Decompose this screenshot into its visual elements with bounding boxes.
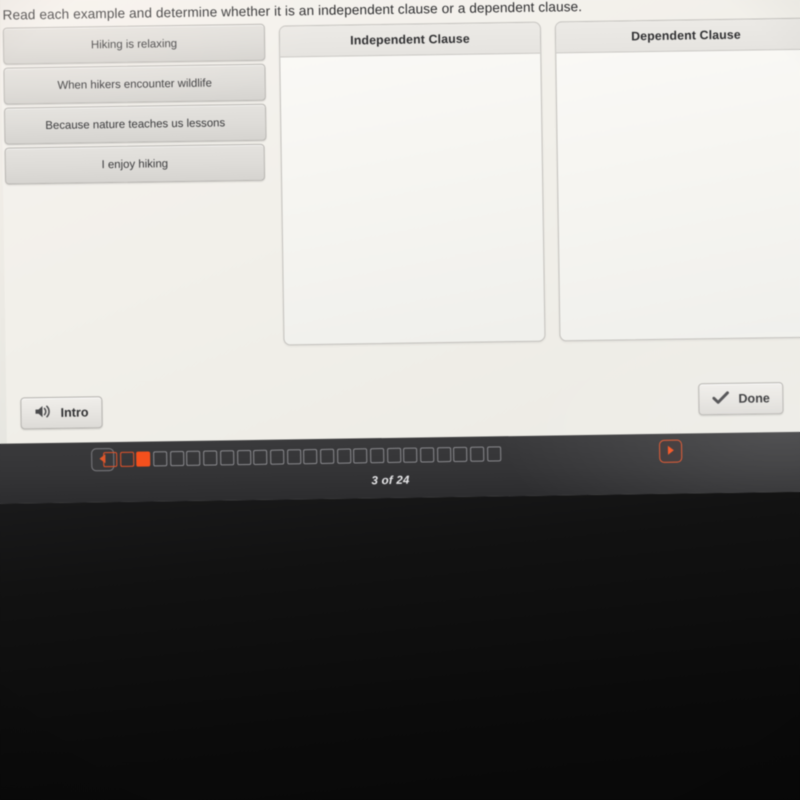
clause-card-list: Hiking is relaxing When hikers encounter… — [2, 23, 267, 188]
page-square-19[interactable] — [403, 447, 418, 463]
page-square-14[interactable] — [320, 448, 335, 464]
speaker-icon — [34, 404, 51, 422]
page-square-11[interactable] — [269, 449, 285, 465]
page-title: Read each example and determine whether … — [2, 0, 583, 23]
page-square-5[interactable] — [169, 450, 185, 467]
dropzone-header: Independent Clause — [279, 22, 541, 58]
clause-card-label: When hikers encounter wildlife — [57, 77, 212, 92]
page-square-24[interactable] — [486, 446, 502, 462]
clause-card[interactable]: I enjoy hiking — [4, 143, 266, 185]
page-square-21[interactable] — [436, 447, 452, 463]
page-square-2[interactable] — [119, 451, 135, 467]
desk-surface — [0, 477, 800, 800]
clause-card-label: Because nature teaches us lessons — [45, 116, 226, 132]
page-square-1[interactable] — [103, 451, 118, 468]
page-indicator: 3 of 24 — [371, 473, 410, 488]
page-square-9[interactable] — [236, 450, 251, 466]
page-square-list — [103, 446, 502, 468]
done-button[interactable]: Done — [698, 382, 785, 416]
page-square-3[interactable] — [136, 451, 151, 467]
done-button-label: Done — [738, 391, 770, 406]
page-square-16[interactable] — [353, 448, 368, 464]
clause-card[interactable]: Hiking is relaxing — [2, 23, 266, 65]
page-square-22[interactable] — [453, 446, 468, 462]
learning-activity-app: Read each example and determine whether … — [0, 0, 800, 448]
page-square-15[interactable] — [336, 448, 351, 464]
page-square-17[interactable] — [370, 448, 385, 464]
intro-button-label: Intro — [60, 405, 89, 420]
page-square-8[interactable] — [219, 450, 235, 466]
page-square-20[interactable] — [420, 447, 435, 463]
dropzone-title: Dependent Clause — [631, 27, 741, 44]
check-icon — [712, 390, 729, 407]
page-square-10[interactable] — [253, 449, 268, 465]
page-square-13[interactable] — [303, 449, 318, 465]
page-square-18[interactable] — [386, 447, 401, 463]
page-square-23[interactable] — [470, 446, 485, 462]
screen-surface: Read each example and determine whether … — [0, 0, 800, 504]
dropzone-header: Dependent Clause — [555, 18, 800, 54]
photograph-of-screen: Read each example and determine whether … — [0, 0, 800, 800]
page-navigation-bar: 3 of 24 — [0, 430, 800, 504]
page-square-4[interactable] — [153, 451, 168, 467]
intro-button[interactable]: Intro — [20, 396, 103, 430]
clause-card-label: I enjoy hiking — [101, 157, 169, 171]
next-page-button[interactable] — [658, 439, 683, 463]
clause-card-label: Hiking is relaxing — [90, 37, 178, 51]
triangle-right-icon — [666, 442, 675, 460]
dropzone-dependent-clause[interactable]: Dependent Clause — [554, 17, 800, 342]
page-square-7[interactable] — [203, 450, 218, 466]
page-square-12[interactable] — [286, 449, 301, 465]
clause-card[interactable]: Because nature teaches us lessons — [3, 103, 267, 145]
clause-card[interactable]: When hikers encounter wildlife — [3, 63, 266, 105]
dropzone-body[interactable] — [556, 50, 800, 341]
dropzone-title: Independent Clause — [350, 31, 470, 48]
dropzone-independent-clause[interactable]: Independent Clause — [278, 21, 546, 346]
dropzone-body[interactable] — [280, 54, 544, 345]
screen-area: Read each example and determine whether … — [0, 0, 800, 504]
page-square-6[interactable] — [186, 450, 201, 466]
